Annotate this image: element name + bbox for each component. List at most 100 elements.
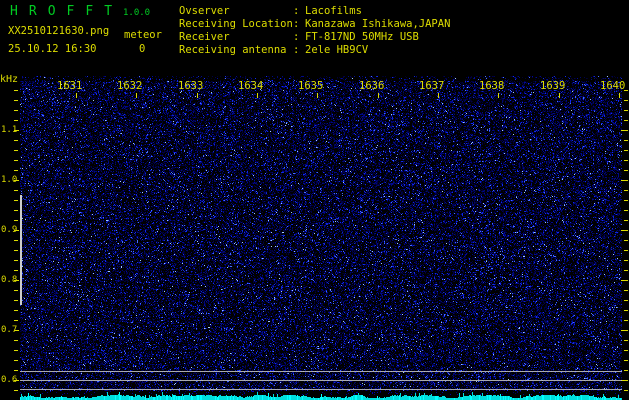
time-tick <box>76 93 77 98</box>
time-label: 1635 <box>298 80 323 92</box>
app-version: 1.0.0 <box>123 8 150 18</box>
freq-major-tick <box>14 380 19 381</box>
spectrogram-canvas <box>20 76 622 391</box>
station-info-block: Ovserver:LacofilmsReceiving Location:Kan… <box>179 5 450 57</box>
right-minor-tick <box>624 300 628 301</box>
info-row-label: Receiving Location <box>179 18 293 31</box>
freq-minor-tick <box>14 170 18 171</box>
station-info-row: Receiving antenna:2ele HB9CV <box>179 44 450 57</box>
freq-minor-tick <box>14 300 18 301</box>
info-row-separator: : <box>293 44 305 57</box>
datetime-label: 25.10.12 16:30 <box>8 43 97 55</box>
observation-mode: meteor <box>124 29 162 41</box>
right-minor-tick <box>624 210 628 211</box>
right-minor-tick <box>624 310 628 311</box>
right-minor-tick <box>624 250 628 251</box>
time-label: 1638 <box>479 80 504 92</box>
right-minor-tick <box>624 340 628 341</box>
info-row-value: FT-817ND 50MHz USB <box>305 31 419 44</box>
info-row-label: Ovserver <box>179 5 293 18</box>
freq-minor-tick <box>14 340 18 341</box>
time-tick <box>619 93 620 98</box>
right-major-tick <box>621 180 628 181</box>
right-minor-tick <box>624 140 628 141</box>
time-tick <box>559 93 560 98</box>
reference-line <box>20 389 622 390</box>
right-minor-tick <box>624 360 628 361</box>
freq-minor-tick <box>14 200 18 201</box>
freq-minor-tick <box>14 310 18 311</box>
signal-strength-canvas <box>20 391 622 400</box>
freq-minor-tick <box>14 110 18 111</box>
info-row-separator: : <box>293 31 305 44</box>
hrofft-window: H R O F F T 1.0.0 XX2510121630.png meteo… <box>0 0 629 400</box>
freq-minor-tick <box>14 360 18 361</box>
right-minor-tick <box>624 110 628 111</box>
station-info-row: Receiver:FT-817ND 50MHz USB <box>179 31 450 44</box>
freq-minor-tick <box>14 260 18 261</box>
right-major-tick <box>621 380 628 381</box>
freq-minor-tick <box>14 350 18 351</box>
freq-minor-tick <box>14 160 18 161</box>
right-major-tick <box>621 330 628 331</box>
time-label: 1632 <box>117 80 142 92</box>
right-minor-tick <box>624 260 628 261</box>
info-row-separator: : <box>293 18 305 31</box>
count-range-bar <box>20 195 22 305</box>
info-row-value: Lacofilms <box>305 5 362 18</box>
time-tick <box>197 93 198 98</box>
right-minor-tick <box>624 390 628 391</box>
info-row-value: 2ele HB9CV <box>305 44 368 57</box>
freq-minor-tick <box>14 140 18 141</box>
time-label: 1637 <box>419 80 444 92</box>
right-minor-tick <box>624 120 628 121</box>
time-tick <box>378 93 379 98</box>
meteor-count: 0 <box>139 43 145 55</box>
time-tick <box>438 93 439 98</box>
right-minor-tick <box>624 240 628 241</box>
right-minor-tick <box>624 190 628 191</box>
freq-minor-tick <box>14 390 18 391</box>
right-major-tick <box>621 130 628 131</box>
time-label: 1640 <box>600 80 625 92</box>
right-minor-tick <box>624 220 628 221</box>
freq-major-tick <box>14 180 19 181</box>
freq-minor-tick <box>14 90 18 91</box>
right-minor-tick <box>624 290 628 291</box>
info-row-label: Receiver <box>179 31 293 44</box>
freq-minor-tick <box>14 220 18 221</box>
output-filename: XX2510121630.png <box>8 25 109 37</box>
freq-minor-tick <box>14 120 18 121</box>
freq-major-tick <box>14 330 19 331</box>
right-minor-tick <box>624 270 628 271</box>
info-row-label: Receiving antenna <box>179 44 293 57</box>
station-info-row: Ovserver:Lacofilms <box>179 5 450 18</box>
time-tick <box>317 93 318 98</box>
station-info-row: Receiving Location:Kanazawa Ishikawa,JAP… <box>179 18 450 31</box>
freq-minor-tick <box>14 240 18 241</box>
freq-minor-tick <box>14 290 18 291</box>
info-row-value: Kanazawa Ishikawa,JAPAN <box>305 18 450 31</box>
freq-minor-tick <box>14 190 18 191</box>
right-minor-tick <box>624 100 628 101</box>
freq-minor-tick <box>14 150 18 151</box>
right-major-tick <box>621 280 628 281</box>
time-tick <box>136 93 137 98</box>
time-label: 1634 <box>238 80 263 92</box>
right-minor-tick <box>624 350 628 351</box>
time-label: 1631 <box>57 80 82 92</box>
time-label: 1639 <box>540 80 565 92</box>
freq-minor-tick <box>14 370 18 371</box>
info-row-separator: : <box>293 5 305 18</box>
time-tick <box>257 93 258 98</box>
right-major-tick <box>621 230 628 231</box>
time-tick <box>498 93 499 98</box>
right-minor-tick <box>624 90 628 91</box>
right-minor-tick <box>624 320 628 321</box>
reference-line <box>20 371 622 372</box>
freq-minor-tick <box>14 270 18 271</box>
freq-major-tick <box>14 130 19 131</box>
right-minor-tick <box>624 150 628 151</box>
reference-line <box>20 380 622 381</box>
freq-minor-tick <box>14 100 18 101</box>
